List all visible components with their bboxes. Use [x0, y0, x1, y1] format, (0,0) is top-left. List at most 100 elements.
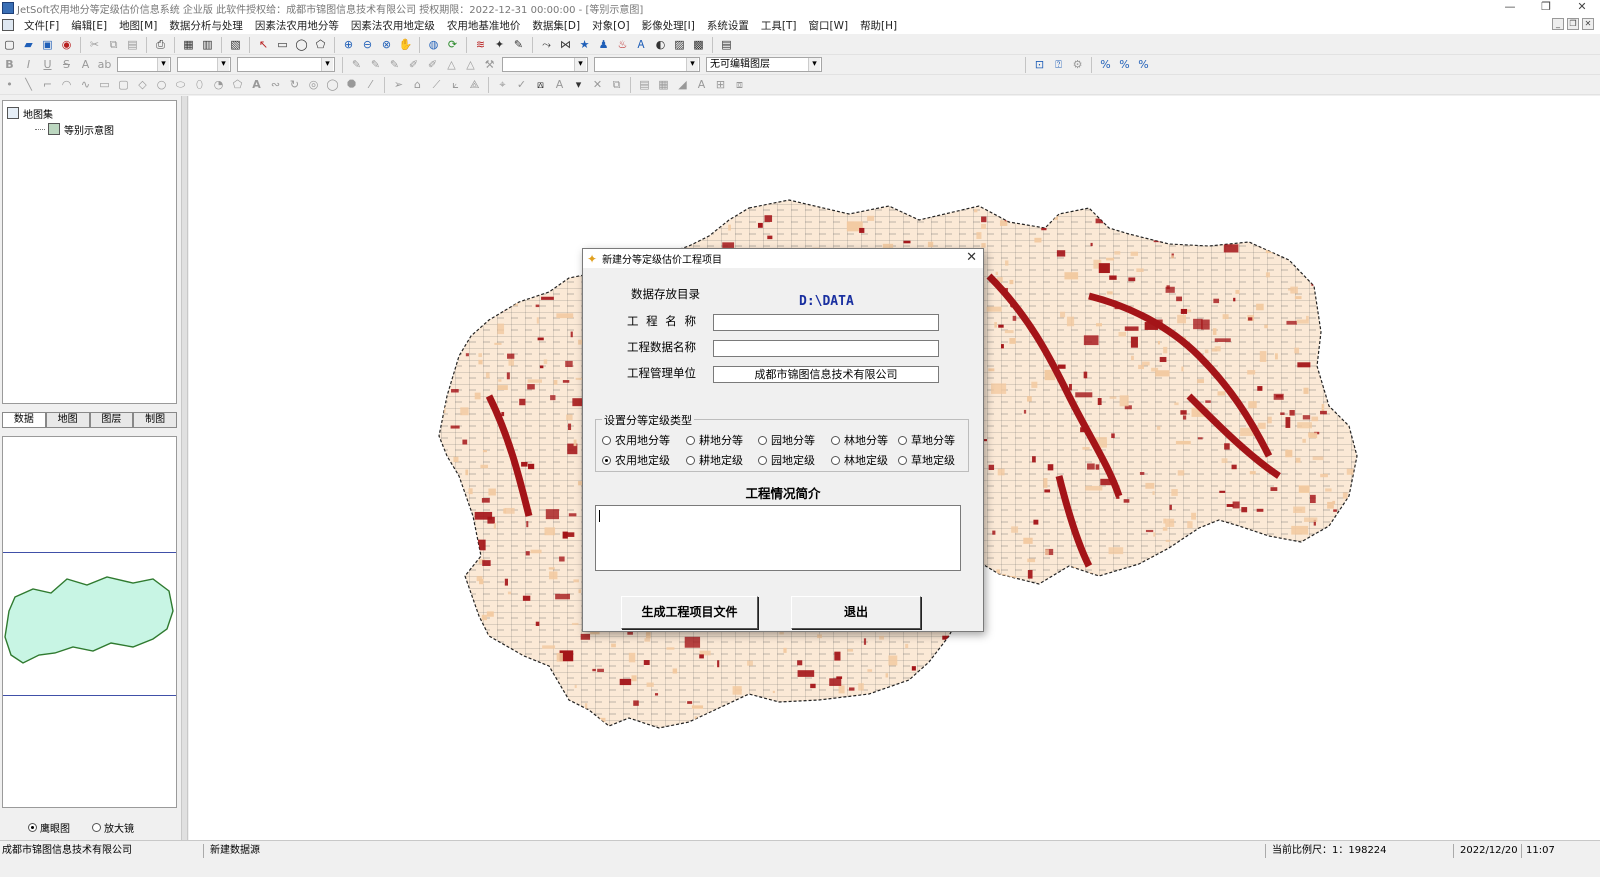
edit-node-icon[interactable]: ✦ [492, 37, 508, 53]
spline-icon[interactable]: ∾ [268, 77, 284, 93]
project-name-input[interactable] [713, 314, 939, 331]
polygon-icon[interactable]: ⬠ [230, 77, 246, 93]
edit-tool-5-icon[interactable]: ✐ [425, 57, 441, 73]
edit-tool-1-icon[interactable]: ✎ [349, 57, 365, 73]
underline-icon[interactable]: U [40, 57, 56, 73]
person-icon[interactable]: ♟ [596, 37, 612, 53]
pan-hand-icon[interactable]: ✋ [398, 37, 414, 53]
ring-icon[interactable]: ◯ [325, 77, 341, 93]
frame-icon[interactable]: ⊞ [713, 77, 729, 93]
mdi-minimize-button[interactable]: _ [1552, 18, 1564, 30]
circle-icon[interactable]: ○ [154, 77, 170, 93]
style-combo[interactable] [237, 57, 335, 72]
text-icon[interactable]: A [249, 77, 265, 93]
ellipse-icon[interactable]: ⬭ [173, 77, 189, 93]
tab-cartography[interactable]: 制图 [133, 412, 177, 428]
menu-map[interactable]: 地图[M] [113, 18, 163, 33]
table-icon[interactable]: ▥ [200, 37, 216, 53]
project-data-input[interactable] [713, 340, 939, 357]
menu-data-analysis[interactable]: 数据分析与处理 [163, 18, 249, 33]
menu-factor-leveling[interactable]: 因素法农用地定级 [345, 18, 441, 33]
font-size-combo[interactable] [117, 57, 171, 72]
merge-icon[interactable]: ⟁ [467, 77, 483, 93]
octagon-icon[interactable]: ⯃ [344, 77, 360, 93]
menu-edit[interactable]: 编辑[E] [65, 18, 113, 33]
maximize-button[interactable]: ❐ [1528, 0, 1564, 16]
edit-tool-7-icon[interactable]: △ [463, 57, 479, 73]
diamond-icon[interactable]: ◇ [135, 77, 151, 93]
option-grass-leveling[interactable]: 草地定级 [898, 452, 955, 468]
edit-tool-8-icon[interactable]: ⚒ [482, 57, 498, 73]
star-icon[interactable]: ★ [577, 37, 593, 53]
reshape-icon[interactable]: ⟀ [448, 77, 464, 93]
polygon-select-icon[interactable]: ⬠ [313, 37, 329, 53]
split-icon[interactable]: ✕ [590, 77, 606, 93]
label-tool-icon[interactable]: A [694, 77, 710, 93]
edit-tool-4-icon[interactable]: ✐ [406, 57, 422, 73]
network-icon[interactable]: ⋈ [558, 37, 574, 53]
brush-icon[interactable]: ⁄ [363, 77, 379, 93]
option-farmland-leveling[interactable]: 农用地定级 [602, 452, 670, 468]
menu-help[interactable]: 帮助[H] [854, 18, 903, 33]
menu-file[interactable]: 文件[F] [18, 18, 65, 33]
eagle-eye-option[interactable]: 鹰眼图 [28, 820, 70, 835]
mdi-close-button[interactable]: ✕ [1582, 18, 1594, 30]
menu-settings[interactable]: 系统设置 [701, 18, 755, 33]
copy-icon[interactable]: ⧉ [106, 37, 122, 53]
tree-root[interactable]: 地图集 [7, 105, 172, 121]
query-icon[interactable]: ⍰ [1051, 57, 1067, 73]
route-icon[interactable]: ⤳ [539, 37, 555, 53]
ellipse-2-icon[interactable]: ⬯ [192, 77, 208, 93]
globe-icon[interactable]: ◍ [426, 37, 442, 53]
magnifier-option[interactable]: 放大镜 [92, 820, 134, 835]
menu-factor-grading[interactable]: 因素法农用地分等 [249, 18, 345, 33]
option-cultivated-leveling[interactable]: 耕地定级 [686, 452, 743, 468]
edit-tool-3-icon[interactable]: ✎ [387, 57, 403, 73]
option-garden-grading[interactable]: 园地分等 [758, 432, 815, 448]
save-icon[interactable]: ▣ [40, 37, 56, 53]
edit-shape-icon[interactable]: ⟎ [533, 77, 549, 93]
option-forest-grading[interactable]: 林地分等 [831, 432, 888, 448]
option-garden-leveling[interactable]: 园地定级 [758, 452, 815, 468]
rounded-rect-icon[interactable]: ▢ [116, 77, 132, 93]
line-icon[interactable]: ╲ [21, 77, 37, 93]
mdi-restore-button[interactable]: ❐ [1567, 18, 1579, 30]
dropdown-arrow-icon[interactable]: ▾ [571, 77, 587, 93]
edit-combo-1[interactable] [502, 57, 588, 72]
font-color-icon[interactable]: A [78, 57, 94, 73]
export-icon[interactable]: ▤ [719, 37, 735, 53]
text-box-icon[interactable]: ab [97, 57, 113, 73]
flame-icon[interactable]: ♨ [615, 37, 631, 53]
edit-tool-6-icon[interactable]: △ [444, 57, 460, 73]
strikethrough-icon[interactable]: S [59, 57, 75, 73]
check-icon[interactable]: ✓ [514, 77, 530, 93]
option-forest-leveling[interactable]: 林地定级 [831, 452, 888, 468]
photo-icon[interactable]: ◐ [653, 37, 669, 53]
edit-tool-2-icon[interactable]: ✎ [368, 57, 384, 73]
percent-3-icon[interactable]: % [1136, 57, 1152, 73]
pie-icon[interactable]: ◔ [211, 77, 227, 93]
option-grass-grading[interactable]: 草地分等 [898, 432, 955, 448]
clip-icon[interactable]: ⧉ [609, 77, 625, 93]
settings-gear-icon[interactable]: ⚙ [1070, 57, 1086, 73]
edit-combo-2[interactable] [594, 57, 700, 72]
paste-icon[interactable]: ▤ [125, 37, 141, 53]
properties-icon[interactable]: ▧ [228, 37, 244, 53]
zoom-extent-icon[interactable]: ⊗ [379, 37, 395, 53]
spiral-icon[interactable]: ◎ [306, 77, 322, 93]
menu-object[interactable]: 对象[O] [586, 18, 635, 33]
vertex-icon[interactable]: ⌖ [495, 77, 511, 93]
percent-1-icon[interactable]: % [1098, 57, 1114, 73]
zoom-in-icon[interactable]: ⊕ [341, 37, 357, 53]
point-icon[interactable]: • [2, 77, 18, 93]
monitor-icon[interactable]: ▩ [691, 37, 707, 53]
arrow-icon[interactable]: ➢ [391, 77, 407, 93]
image-icon[interactable]: ▨ [672, 37, 688, 53]
stop-icon[interactable]: ◉ [59, 37, 75, 53]
dialog-close-button[interactable]: ✕ [966, 250, 977, 265]
editable-layer-combo[interactable]: 无可编辑图层 [706, 57, 822, 72]
menu-base-price[interactable]: 农用地基准地价 [441, 18, 527, 33]
measure-icon[interactable]: ⊡ [1032, 57, 1048, 73]
intro-textarea[interactable] [595, 505, 961, 571]
curve-icon[interactable]: ∿ [78, 77, 94, 93]
